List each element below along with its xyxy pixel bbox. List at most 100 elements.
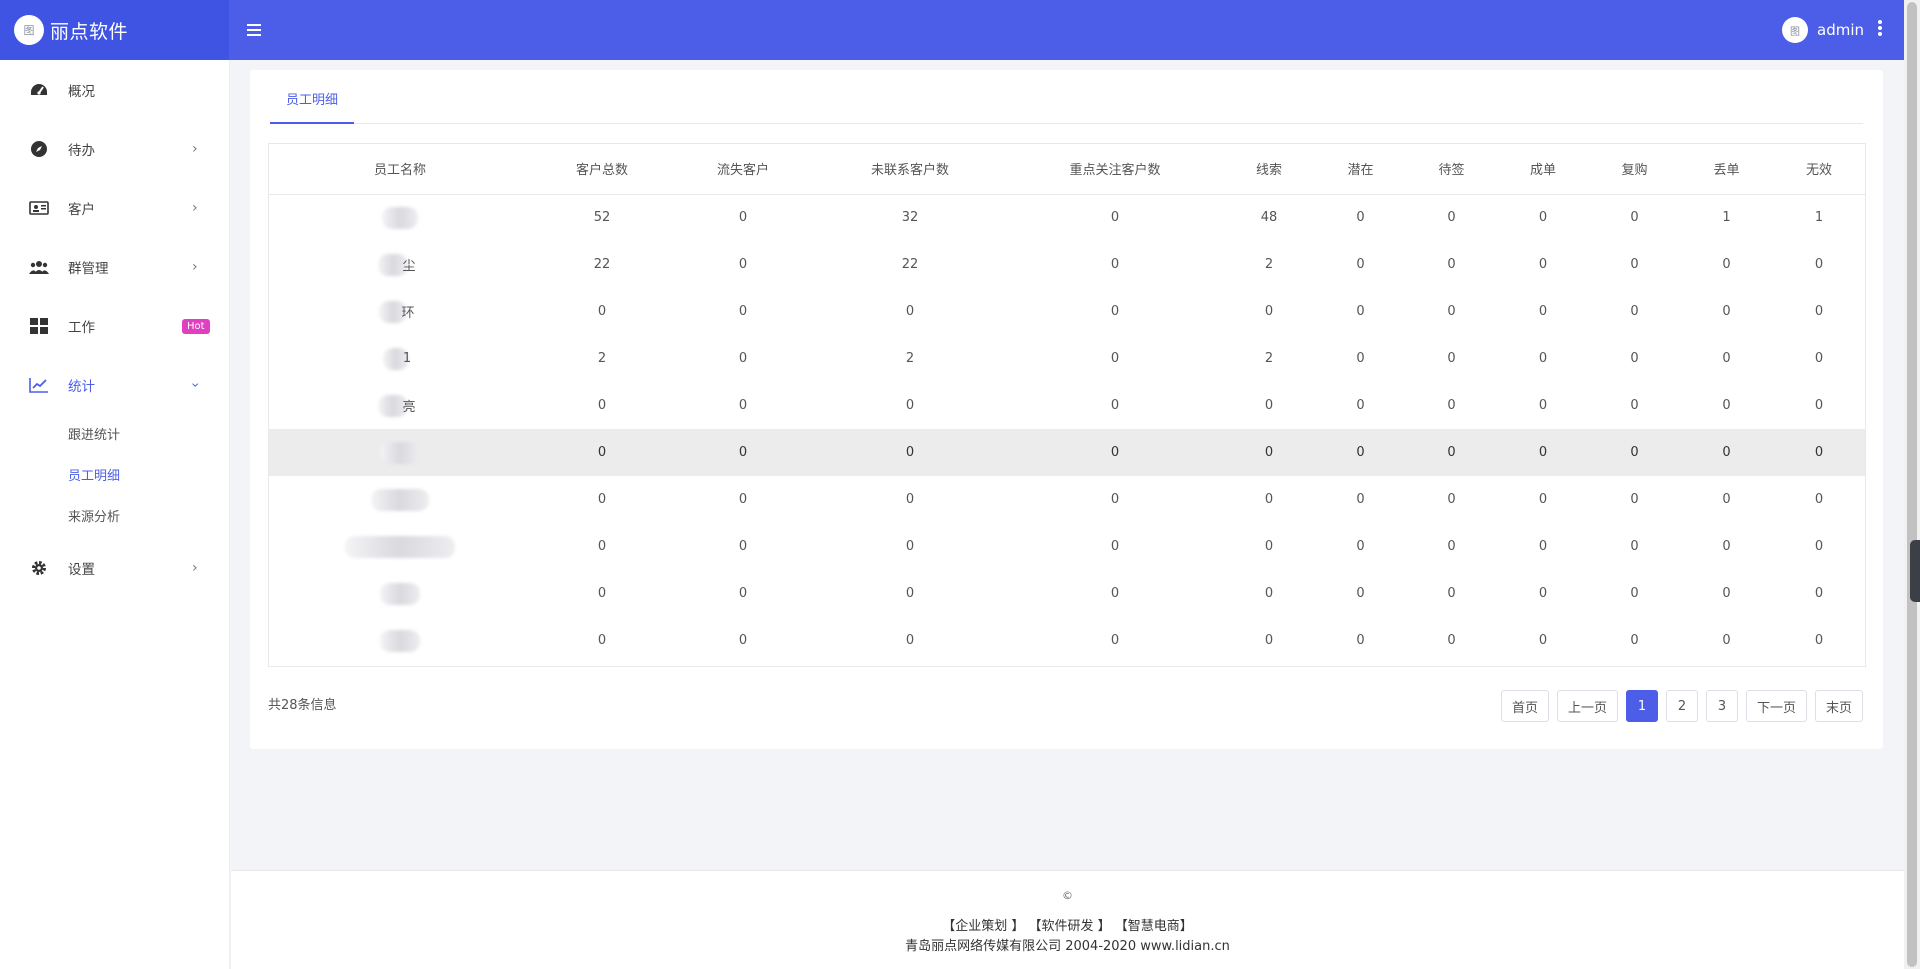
table-cell: 2	[597, 351, 607, 366]
sidebar-item-settings[interactable]: 设置 ›	[0, 548, 230, 588]
table-row[interactable]: 00000000000	[269, 523, 1865, 570]
sidebar-item-label: 客户	[68, 202, 95, 218]
table-cell: 0	[1630, 210, 1639, 226]
table-row[interactable]: 00000000000	[269, 476, 1865, 523]
first-page-button[interactable]: 首页	[1500, 690, 1549, 722]
table-cell: 0	[738, 633, 748, 648]
table-cell: 0	[1447, 633, 1456, 648]
grid-icon	[29, 316, 49, 336]
table-cell: 0	[673, 429, 813, 476]
column-header: 复购	[1589, 144, 1680, 195]
table-cell: 0	[597, 539, 607, 554]
table-cell: 0	[1356, 351, 1365, 366]
table-cell: 0	[738, 539, 748, 554]
table-cell: 0	[1447, 304, 1456, 319]
table-cell: 0	[1814, 398, 1824, 413]
chevron-right-icon: ›	[192, 141, 198, 157]
table-cell: 0	[1680, 429, 1773, 476]
table-cell: 0	[738, 492, 748, 507]
table-row[interactable]: 52 0 32 0 48 0 0 0 0 1 1	[269, 194, 1865, 241]
table-cell: 2	[1264, 257, 1274, 272]
table-cell: 0	[597, 398, 607, 413]
table-cell: 0	[1110, 586, 1120, 601]
sidebar-item-label: 群管理	[68, 261, 109, 277]
table-cell: 0	[1630, 257, 1639, 272]
column-header: 流失客户	[673, 144, 813, 195]
table-cell: 0	[1315, 429, 1406, 476]
table-cell: 0	[1447, 586, 1456, 601]
user-menu[interactable]: 图 admin	[1782, 16, 1882, 44]
table-cell: 0	[1538, 586, 1548, 601]
side-handle[interactable]	[1910, 540, 1920, 602]
last-page-button[interactable]: 末页	[1814, 690, 1863, 722]
footer-link-software[interactable]: 【软件研发 】	[1028, 919, 1110, 934]
table-cell: 0	[1722, 304, 1731, 319]
table-cell: 0	[1264, 633, 1274, 648]
table-cell: 0	[1722, 633, 1731, 648]
tab-employee-detail[interactable]: 员工明细	[270, 84, 355, 124]
content-card: 员工明细 员工名称 客户总数 流失客户 未联系客户数 重点关注客户数 线索 潜在…	[250, 70, 1883, 749]
sidebar-item-todo[interactable]: 待办 ›	[0, 129, 230, 169]
table-cell: 0	[1538, 539, 1548, 554]
hamburger-icon[interactable]	[247, 17, 267, 43]
employee-name-cell	[269, 194, 531, 241]
chart-icon	[29, 375, 49, 395]
table-cell: 0	[1814, 586, 1824, 601]
table-cell: 0	[1630, 398, 1639, 413]
page-button-2[interactable]: 2	[1665, 690, 1698, 722]
table-cell: 0	[1538, 257, 1548, 272]
table-row[interactable]: 1 2 0 2 0 2 0 0 0 0 0 0	[269, 335, 1865, 382]
table-cell: 0	[905, 492, 915, 507]
scrollbar-thumb[interactable]	[1907, 2, 1917, 967]
username[interactable]: admin	[1817, 21, 1864, 39]
next-page-button[interactable]: 下一页	[1745, 690, 1807, 722]
sidebar-item-label: 概况	[68, 84, 95, 100]
table-cell: 0	[905, 633, 915, 648]
table-cell: 0	[1497, 429, 1589, 476]
table-cell: 0	[1264, 398, 1274, 413]
table-cell: 0	[1630, 304, 1639, 319]
table-row[interactable]: 00000000000	[269, 570, 1865, 617]
sidebar-item-statistics[interactable]: 统计 ›	[0, 365, 230, 405]
prev-page-button[interactable]: 上一页	[1556, 690, 1618, 722]
sidebar-item-groups[interactable]: 群管理 ›	[0, 247, 230, 287]
table-row[interactable]: 00000000000	[269, 429, 1865, 476]
footer-link-ecommerce[interactable]: 【智慧电商】	[1115, 919, 1193, 934]
table-cell: 0	[1538, 210, 1548, 226]
table-row[interactable]: 00000000000	[269, 617, 1865, 664]
table-row[interactable]: 尘 22 0 22 0 2 0 0 0 0 0 0	[269, 241, 1865, 288]
scrollbar[interactable]	[1904, 0, 1920, 969]
table-cell: 0	[1722, 539, 1731, 554]
avatar[interactable]: 图	[1782, 17, 1808, 43]
table-row[interactable]: 环 0 0 0 0 0 0 0 0 0 0 0	[269, 288, 1865, 335]
contact-card-icon	[29, 198, 49, 218]
footer-link-planning[interactable]: 【企业策划 】	[942, 919, 1024, 934]
table-cell: 0	[1538, 304, 1548, 319]
table-cell: 2	[905, 351, 915, 366]
employee-table: 员工名称 客户总数 流失客户 未联系客户数 重点关注客户数 线索 潜在 待签 成…	[268, 143, 1866, 667]
table-cell: 0	[597, 492, 607, 507]
sidebar-subitem-source-analysis[interactable]: 来源分析	[68, 506, 120, 525]
table-cell: 0	[1356, 257, 1365, 272]
page-button-1[interactable]: 1	[1625, 690, 1658, 722]
sidebar-subitem-followup-stats[interactable]: 跟进统计	[68, 424, 120, 443]
brand[interactable]: 图 丽点软件	[0, 0, 229, 60]
employee-name-cell	[269, 523, 531, 570]
column-header: 待签	[1406, 144, 1497, 195]
table-cell: 0	[1264, 539, 1274, 554]
chevron-right-icon: ›	[192, 200, 198, 216]
table-cell: 0	[905, 398, 915, 413]
sidebar-item-overview[interactable]: 概况	[0, 70, 230, 110]
column-header: 丢单	[1680, 144, 1773, 195]
table-cell: 48	[1260, 210, 1278, 226]
table-row[interactable]: 亮 0 0 0 0 0 0 0 0 0 0 0	[269, 382, 1865, 429]
table-cell: 0	[1110, 633, 1120, 648]
sidebar-item-customers[interactable]: 客户 ›	[0, 188, 230, 228]
gear-icon	[29, 558, 49, 578]
sidebar-subitem-employee-detail[interactable]: 员工明细	[68, 465, 120, 484]
page-button-3[interactable]: 3	[1705, 690, 1738, 722]
employee-name-suffix: 尘	[402, 259, 416, 274]
sidebar-item-work[interactable]: 工作 Hot	[0, 306, 230, 346]
table-cell: 0	[905, 539, 915, 554]
kebab-icon[interactable]	[1878, 19, 1882, 41]
